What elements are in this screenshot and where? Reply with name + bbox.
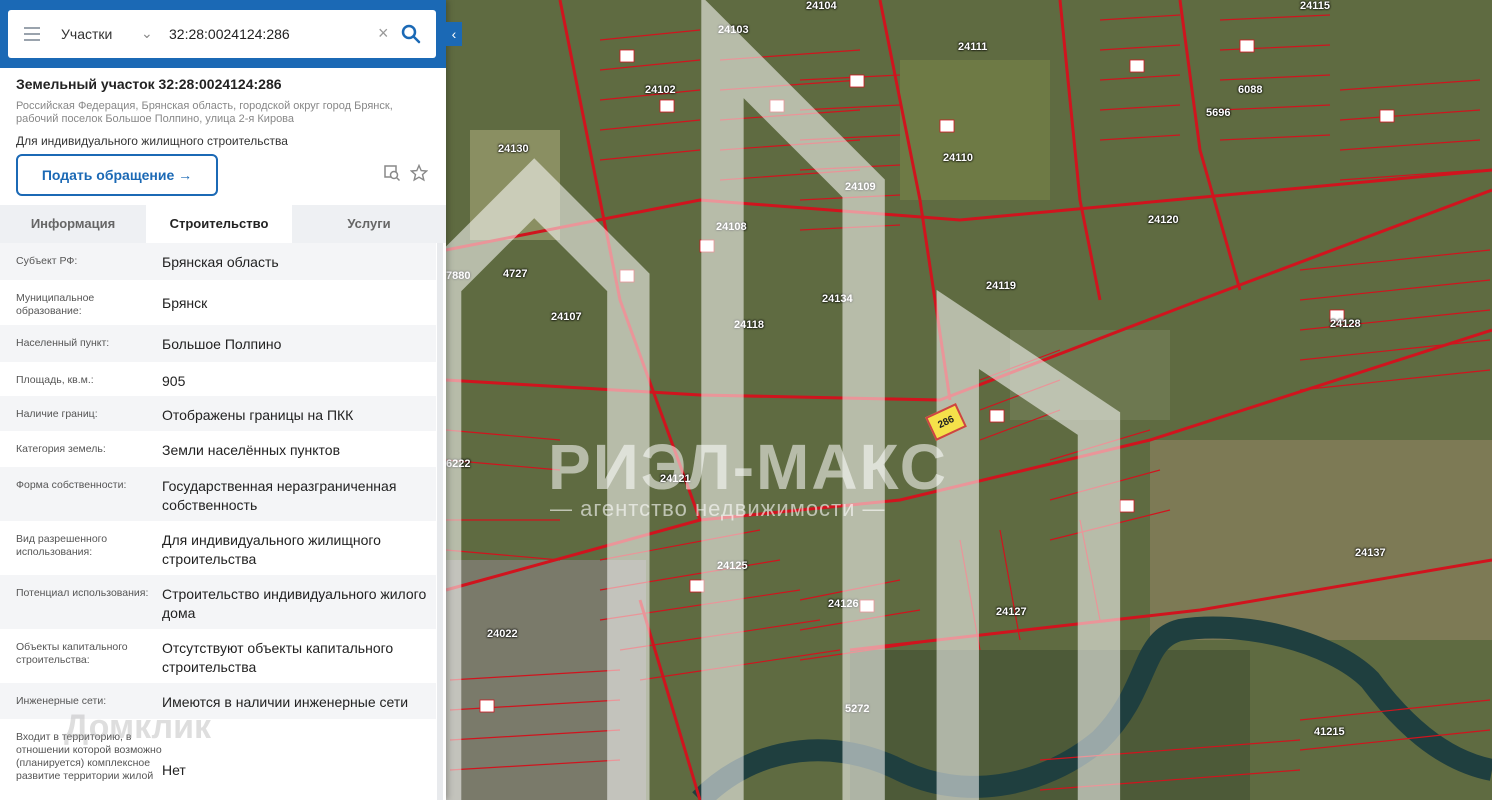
table-row: Форма собственности: Государственная нер… xyxy=(0,467,436,521)
info-tabs: Информация Строительство Услуги xyxy=(0,205,446,243)
tab-construction[interactable]: Строительство xyxy=(146,205,292,243)
row-key: Наличие границ: xyxy=(16,408,98,420)
row-key: Категория земель: xyxy=(16,443,106,455)
brand-watermark-subtitle: — агентство недвижимости — xyxy=(550,496,886,521)
star-icon[interactable] xyxy=(410,164,428,182)
row-value: Для индивидуального жилищного строительс… xyxy=(162,532,381,567)
row-value: 905 xyxy=(162,373,186,389)
row-key: Населенный пункт: xyxy=(16,337,110,349)
table-row: Вид разрешенного использования: Для инди… xyxy=(0,521,436,575)
row-key: Объекты капитального строительства: xyxy=(16,641,128,666)
row-key: Потенциал использования: xyxy=(16,587,149,599)
domclick-watermark: Домклик xyxy=(64,708,212,746)
table-row: Объекты капитального строительства: Отсу… xyxy=(0,629,436,683)
row-value: Земли населённых пунктов xyxy=(162,442,341,458)
table-row: Потенциал использования: Строительство и… xyxy=(0,575,436,629)
search-on-map-icon[interactable] xyxy=(383,164,401,182)
plot-address: Российская Федерация, Брянская область, … xyxy=(16,100,393,125)
menu-icon[interactable] xyxy=(24,27,40,41)
search-box: Участки ⌄ 32:28:0024124:286 × xyxy=(8,10,436,58)
tab-information[interactable]: Информация xyxy=(0,205,146,243)
search-input[interactable]: 32:28:0024124:286 xyxy=(169,26,290,42)
search-icon[interactable] xyxy=(400,23,422,45)
row-key: Муниципальное образование: xyxy=(16,292,95,317)
row-value: Брянск xyxy=(162,295,208,311)
table-row: Населенный пункт: Большое Полпино xyxy=(0,325,436,362)
chevron-down-icon[interactable]: ⌄ xyxy=(141,25,153,42)
search-bar-container: Участки ⌄ 32:28:0024124:286 × xyxy=(0,0,446,68)
table-row: Категория земель: Земли населённых пункт… xyxy=(0,431,436,467)
table-row: Наличие границ: Отображены границы на ПК… xyxy=(0,396,436,431)
collapse-panel-button[interactable]: ‹ xyxy=(446,22,462,46)
tab-services[interactable]: Услуги xyxy=(292,205,446,243)
search-type-select[interactable]: Участки xyxy=(61,26,112,42)
row-value: Государственная неразграниченная собстве… xyxy=(162,478,397,513)
submit-request-button[interactable]: Подать обращение → xyxy=(16,154,218,196)
row-value: Отсутствуют объекты капитального строите… xyxy=(162,640,394,675)
row-value: Брянская область xyxy=(162,254,279,270)
clear-icon[interactable]: × xyxy=(378,23,389,44)
row-value: Строительство индивидуального жилого дом… xyxy=(162,586,427,621)
table-row: Площадь, кв.м.: 905 xyxy=(0,362,436,396)
plot-purpose: Для индивидуального жилищного строительс… xyxy=(16,134,288,148)
table-row: Субъект РФ: Брянская область xyxy=(0,243,436,280)
row-key: Субъект РФ: xyxy=(16,255,78,267)
row-key: Вид разрешенного использования: xyxy=(16,533,108,558)
scrollbar[interactable] xyxy=(437,243,443,800)
row-key: Форма собственности: xyxy=(16,479,127,491)
plot-info-panel: Участки ⌄ 32:28:0024124:286 × Земельный … xyxy=(0,0,446,800)
row-value: Большое Полпино xyxy=(162,336,282,352)
table-row: Муниципальное образование: Брянск xyxy=(0,280,436,325)
brand-watermark: РИЭЛ-МАКС xyxy=(548,431,948,503)
row-value: Отображены границы на ПКК xyxy=(162,407,354,423)
plot-title: Земельный участок 32:28:0024124:286 xyxy=(16,76,282,92)
row-key: Площадь, кв.м.: xyxy=(16,374,94,386)
